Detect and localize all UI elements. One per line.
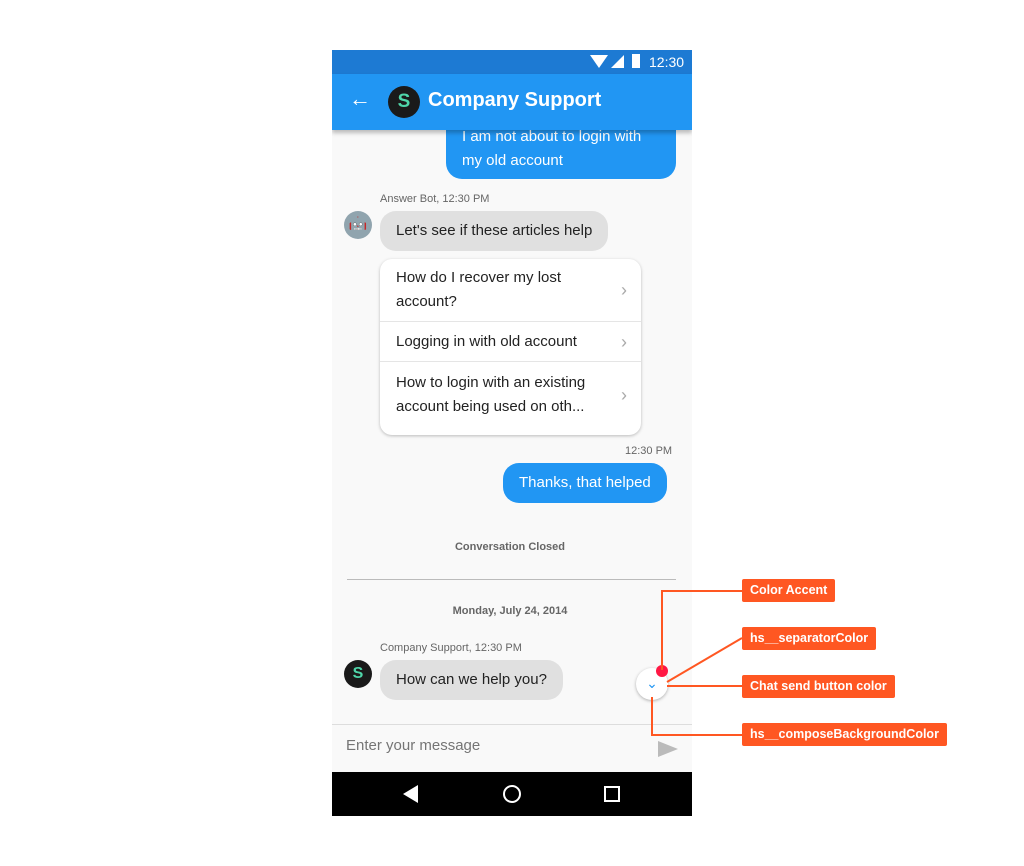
annotation-label: hs__composeBackgroundColor — [742, 723, 947, 746]
annotation-label: Color Accent — [742, 579, 836, 602]
avatar: S — [388, 86, 420, 118]
page-title: Company Support — [428, 89, 602, 111]
annotation-label: hs__separatorColor — [742, 627, 877, 650]
back-arrow-icon[interactable]: ← — [349, 86, 371, 112]
app-bar: ← S Company Support — [332, 74, 692, 130]
annotation-label: Chat send button color — [742, 675, 895, 698]
